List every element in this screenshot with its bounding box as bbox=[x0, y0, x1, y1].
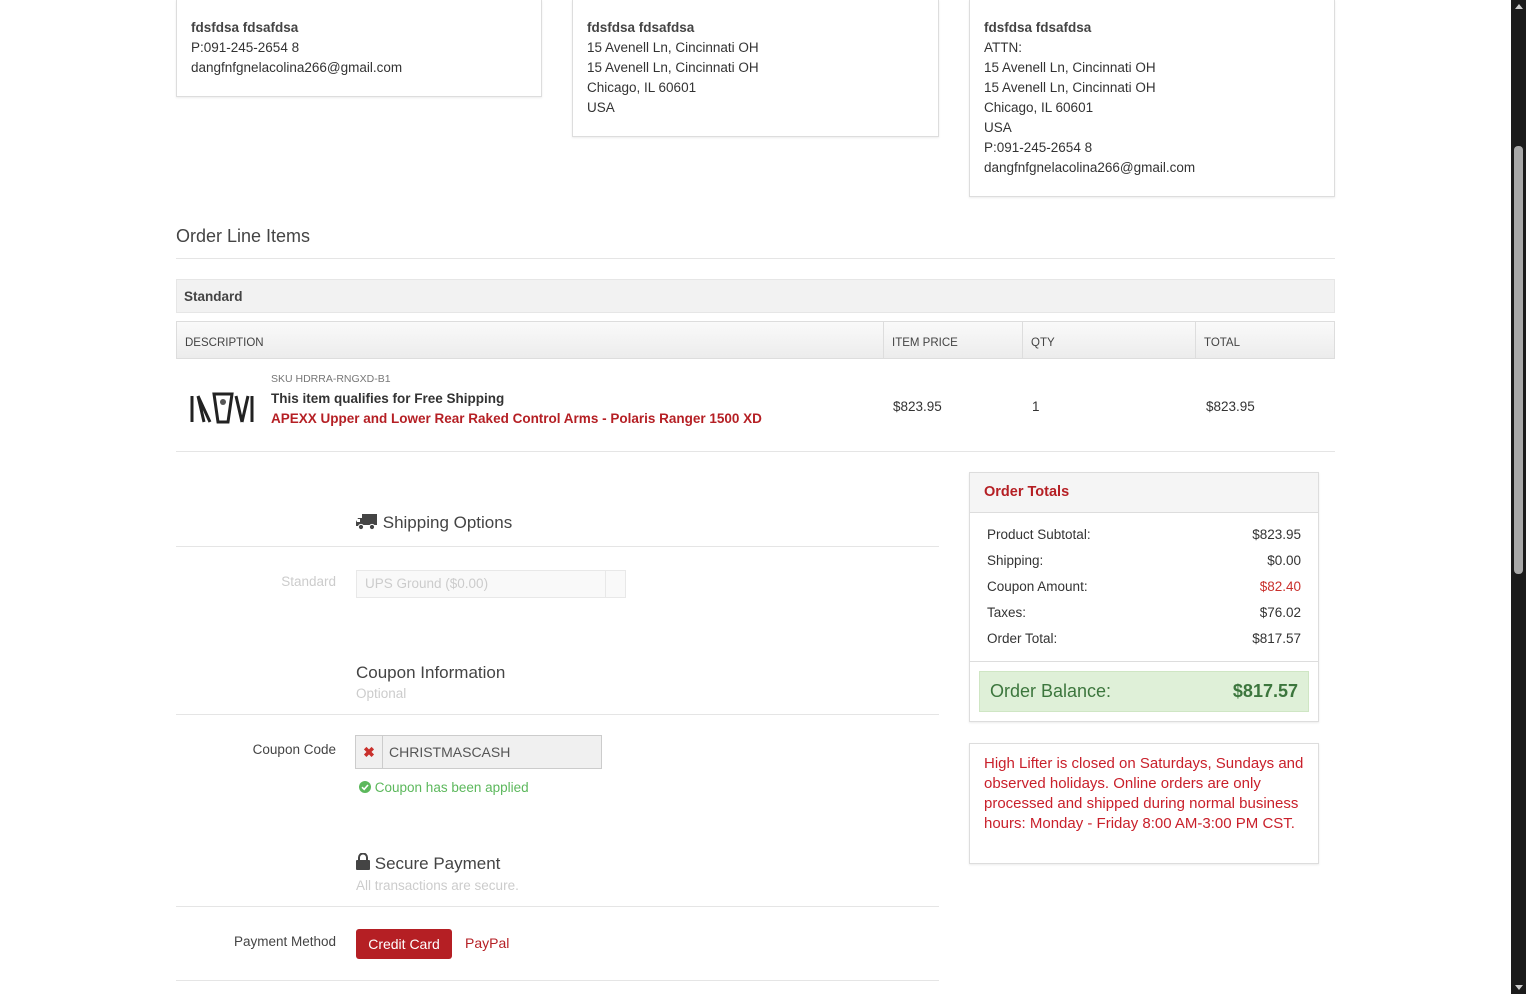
subtotal-label: Product Subtotal: bbox=[987, 527, 1091, 542]
contact-line2: 15 Avenell Ln, Cincinnati OH bbox=[984, 80, 1156, 95]
business-hours-notice: High Lifter is closed on Saturdays, Sund… bbox=[969, 743, 1319, 864]
column-total: TOTAL bbox=[1204, 337, 1240, 349]
shipping-line2: 15 Avenell Ln, Cincinnati OH bbox=[587, 60, 759, 75]
shipping-country: USA bbox=[587, 100, 615, 115]
order-total-label: Order Total: bbox=[987, 631, 1058, 646]
column-description: DESCRIPTION bbox=[177, 322, 884, 358]
order-balance: Order Balance: $817.57 bbox=[979, 671, 1309, 712]
order-totals-panel: Order Totals Product Subtotal: $823.95 S… bbox=[969, 472, 1319, 722]
contact-attn: ATTN: bbox=[984, 40, 1022, 55]
contact-phone: P:091-245-2654 8 bbox=[984, 140, 1093, 155]
page-scrollbar[interactable] bbox=[1511, 0, 1526, 994]
totals-row-subtotal: Product Subtotal: $823.95 bbox=[987, 527, 1301, 547]
lock-icon bbox=[356, 852, 370, 870]
subtotal-value: $823.95 bbox=[1252, 527, 1301, 542]
secure-payment-subtitle: All transactions are secure. bbox=[356, 878, 519, 893]
taxes-value: $76.02 bbox=[1259, 605, 1301, 620]
item-price: $823.95 bbox=[893, 399, 942, 414]
item-qty: 1 bbox=[1032, 399, 1040, 414]
contact-address-card: fdsfdsa fdsafdsa ATTN: 15 Avenell Ln, Ci… bbox=[969, 0, 1335, 197]
contact-line1: 15 Avenell Ln, Cincinnati OH bbox=[984, 60, 1156, 75]
shipping-options-title: Shipping Options bbox=[382, 513, 513, 532]
shipping-options-heading: Shipping Options bbox=[356, 513, 512, 533]
shipping-value: $0.00 bbox=[1267, 553, 1301, 568]
table-row: SKU HDRRA-RNGXD-B1 This item qualifies f… bbox=[176, 362, 1335, 452]
order-balance-label: Order Balance: bbox=[990, 681, 1112, 701]
coupon-code-value: CHRISTMASCASH bbox=[389, 744, 511, 760]
shipping-label: Shipping: bbox=[987, 553, 1044, 568]
totals-row-shipping: Shipping: $0.00 bbox=[987, 553, 1301, 573]
divider bbox=[176, 980, 939, 981]
product-link[interactable]: APEXX Upper and Lower Rear Raked Control… bbox=[271, 411, 762, 426]
billing-email: dangfnfgnelacolina266@gmail.com bbox=[191, 60, 403, 75]
coupon-applied-message: Coupon has been applied bbox=[359, 780, 529, 795]
contact-city: Chicago, IL 60601 bbox=[984, 100, 1094, 115]
billing-address-card: fdsfdsa fdsafdsa P:091-245-2654 8 dangfn… bbox=[176, 0, 542, 97]
taxes-label: Taxes: bbox=[987, 605, 1027, 620]
shipping-line1: 15 Avenell Ln, Cincinnati OH bbox=[587, 40, 759, 55]
scroll-down-icon[interactable] bbox=[1515, 985, 1523, 990]
divider bbox=[176, 714, 939, 715]
contact-email: dangfnfgnelacolina266@gmail.com bbox=[984, 160, 1196, 175]
remove-coupon-icon[interactable]: ✖ bbox=[356, 736, 383, 768]
totals-row-coupon: Coupon Amount: $82.40 bbox=[987, 579, 1301, 599]
contact-name: fdsfdsa fdsafdsa bbox=[984, 20, 1092, 35]
free-shipping-note: This item qualifies for Free Shipping bbox=[271, 391, 505, 406]
scrollbar-thumb[interactable] bbox=[1514, 146, 1523, 574]
order-totals-title: Order Totals bbox=[970, 473, 1318, 513]
divider bbox=[970, 661, 1318, 662]
billing-phone: P:091-245-2654 8 bbox=[191, 40, 300, 55]
coupon-code-field[interactable]: ✖ CHRISTMASCASH bbox=[355, 735, 602, 769]
order-balance-value: $817.57 bbox=[1232, 681, 1298, 701]
column-item-price: ITEM PRICE bbox=[884, 322, 1023, 358]
credit-card-button[interactable]: Credit Card bbox=[356, 929, 452, 959]
coupon-code-label: Coupon Code bbox=[252, 742, 336, 757]
shipping-group-label: Standard bbox=[281, 574, 336, 589]
shipping-group-header: Standard bbox=[176, 279, 1335, 313]
totals-row-order-total: Order Total: $817.57 bbox=[987, 631, 1301, 651]
secure-payment-title: Secure Payment bbox=[374, 854, 501, 873]
paypal-button[interactable]: PayPal bbox=[465, 935, 509, 951]
check-circle-icon bbox=[359, 781, 371, 793]
coupon-amount-value: $82.40 bbox=[1259, 579, 1301, 594]
coupon-amount-label: Coupon Amount: bbox=[987, 579, 1088, 594]
contact-country: USA bbox=[984, 120, 1012, 135]
order-line-items-title: Order Line Items bbox=[176, 226, 311, 246]
item-sku: SKU HDRRA-RNGXD-B1 bbox=[271, 373, 391, 385]
scroll-up-icon[interactable] bbox=[1515, 4, 1523, 9]
shipping-city: Chicago, IL 60601 bbox=[587, 80, 697, 95]
coupon-applied-text: Coupon has been applied bbox=[374, 780, 529, 795]
divider bbox=[176, 906, 939, 907]
divider bbox=[176, 546, 939, 547]
billing-name: fdsfdsa fdsafdsa bbox=[191, 20, 299, 35]
chevron-down-icon bbox=[605, 571, 625, 597]
column-qty: QTY bbox=[1023, 322, 1196, 358]
shipping-address-card: fdsfdsa fdsafdsa 15 Avenell Ln, Cincinna… bbox=[572, 0, 939, 137]
totals-row-taxes: Taxes: $76.02 bbox=[987, 605, 1301, 625]
shipping-method-select[interactable]: UPS Ground ($0.00) bbox=[356, 570, 626, 598]
item-total: $823.95 bbox=[1206, 399, 1255, 414]
payment-method-label: Payment Method bbox=[233, 934, 336, 949]
coupon-subtitle: Optional bbox=[356, 686, 407, 701]
divider bbox=[176, 258, 1335, 259]
control-arms-product-image[interactable] bbox=[188, 388, 258, 428]
line-items-table-header: DESCRIPTION ITEM PRICE QTY TOTAL bbox=[176, 321, 1335, 359]
secure-payment-heading: Secure Payment bbox=[356, 852, 501, 874]
order-total-value: $817.57 bbox=[1252, 631, 1301, 646]
coupon-heading: Coupon Information bbox=[356, 663, 506, 682]
truck-icon bbox=[356, 514, 377, 531]
shipping-name: fdsfdsa fdsafdsa bbox=[587, 20, 695, 35]
shipping-method-value: UPS Ground ($0.00) bbox=[365, 576, 489, 591]
